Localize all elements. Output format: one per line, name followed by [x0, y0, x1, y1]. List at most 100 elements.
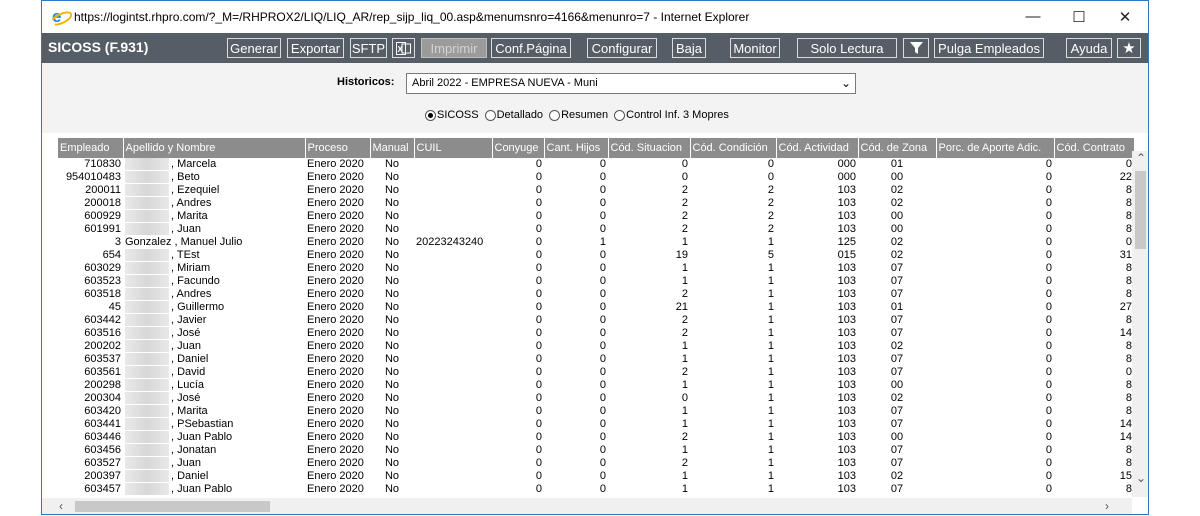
horizontal-scroll-thumb[interactable] — [75, 501, 270, 512]
table-cell: Enero 2020 — [307, 171, 364, 183]
scroll-right-icon[interactable]: › — [1105, 499, 1109, 513]
table-row[interactable]: 601991, Juan Enero 2020 No 0 0 2 2 103 00 0 8 — [58, 223, 1134, 236]
column-header[interactable]: Cód. de Zona — [858, 138, 937, 158]
column-header[interactable]: Cód. Situacion — [608, 138, 691, 158]
maximize-button[interactable]: ☐ — [1056, 1, 1102, 32]
redacted-surname — [125, 197, 169, 210]
table-row[interactable]: 200011, Ezequiel Enero 2020 No 0 0 2 2 103 02 0 8 — [58, 184, 1134, 197]
table-row[interactable]: 603441 , PSebastian Enero 2020 No 0 0 1 1 103 07 0… — [58, 418, 1134, 431]
table-row[interactable]: 603457 , Juan Pablo Enero 2020 No 0 0 1 1 103 07 0… — [58, 483, 1134, 496]
minimize-button[interactable]: — — [1010, 1, 1056, 32]
table-cell: 601991 — [84, 223, 121, 235]
title-bar: e https://logintst.rhpro.com/?_M=/RHPROX… — [42, 1, 1148, 32]
table-row[interactable]: 200298, Lucía Enero 2020 No 0 0 1 1 103 00 0 8 — [58, 379, 1134, 392]
table-cell: 27 — [1119, 301, 1132, 313]
table-row[interactable]: 603029 , Miriam Enero 2020 No 0 0 1 1 103 07 0 8 — [58, 262, 1134, 275]
table-row[interactable]: 603446, Juan Pablo Enero 2020 No 0 0 2 1 103 00 0… — [58, 431, 1134, 444]
column-header[interactable]: CUIL — [414, 138, 493, 158]
table-row[interactable]: 603523 , Facundo Enero 2020 No 0 0 1 1 103 07 0 8 — [58, 275, 1134, 288]
favorite-button[interactable]: ★ — [1117, 38, 1141, 58]
table-cell: 200298 — [84, 379, 121, 391]
table-cell: 22 — [1119, 171, 1132, 183]
table-cell: Enero 2020 — [307, 158, 364, 170]
table-cell: 8 — [1125, 262, 1132, 274]
table-cell: Enero 2020 — [307, 457, 364, 469]
filters-panel: Historicos: Abril 2022 - EMPRESA NUEVA -… — [42, 63, 1148, 133]
vertical-scroll-thumb[interactable] — [1135, 171, 1146, 249]
table-cell: , Facundo — [123, 275, 305, 288]
historicos-select[interactable]: Abril 2022 - EMPRESA NUEVA - Muni ⌄ — [406, 73, 856, 94]
column-header[interactable]: Cód. Condición — [690, 138, 777, 158]
scroll-left-icon[interactable]: ‹ — [59, 499, 63, 513]
table-cell: 0 — [1045, 379, 1052, 391]
table-cell: 8 — [1125, 405, 1132, 417]
table-row[interactable]: 603516 , José Enero 2020 No 0 0 2 1 103 07 0 14 — [58, 327, 1134, 340]
baja-button[interactable]: Baja — [672, 38, 706, 58]
table-row[interactable]: 954010483, Beto Enero 2020 No 0 0 0 0 000 00 0 22 — [58, 171, 1134, 184]
table-cell: 20223243240 — [416, 236, 484, 248]
column-header[interactable]: Apellido y Nombre — [123, 138, 306, 158]
monitor-button[interactable]: Monitor — [730, 38, 780, 58]
conf-pagina-button[interactable]: Conf.Página — [491, 38, 571, 58]
table-cell: 0 — [535, 470, 542, 482]
table-row[interactable]: 654 , TEst Enero 2020 No 0 0 19 5 015 02 0 31 — [58, 249, 1134, 262]
table-row[interactable]: 603518 , Andres Enero 2020 No 0 0 2 1 103 07 0 8 — [58, 288, 1134, 301]
table-cell: , Andres — [123, 197, 305, 210]
table-row[interactable]: 603420 , Marita Enero 2020 No 0 0 1 1 103 07 0 8 — [58, 405, 1134, 418]
table-row[interactable]: 603527 , Juan Enero 2020 No 0 0 2 1 103 07 0 8 — [58, 457, 1134, 470]
table-row[interactable]: 200018, Andres Enero 2020 No 0 0 2 2 103 02 0 8 — [58, 197, 1134, 210]
radio-resumen[interactable]: Resumen — [549, 109, 608, 121]
sftp-button[interactable]: SFTP — [350, 38, 387, 58]
table-row[interactable]: 603537 , Daniel Enero 2020 No 0 0 1 1 103 07 0 8 — [58, 353, 1134, 366]
table-cell: 200304 — [84, 392, 121, 404]
table-row[interactable]: 710830, Marcela Enero 2020 No 0 0 0 0 000 01 0 0 — [58, 158, 1134, 171]
table-cell: 0 — [535, 236, 542, 248]
column-header[interactable]: Empleado — [58, 138, 124, 158]
column-header[interactable]: Proceso — [305, 138, 371, 158]
table-cell: 0 — [1045, 327, 1052, 339]
close-button[interactable]: ✕ — [1102, 1, 1148, 32]
column-header[interactable]: Manual — [370, 138, 415, 158]
radio-detallado[interactable]: Detallado — [484, 109, 543, 121]
ayuda-button[interactable]: Ayuda — [1066, 38, 1112, 58]
table-row[interactable]: 603442 , Javier Enero 2020 No 0 0 2 1 103 07 0 8 — [58, 314, 1134, 327]
table-cell: 8 — [1125, 444, 1132, 456]
column-header[interactable]: Conyuge — [492, 138, 545, 158]
column-header[interactable]: Cód. Actividad — [776, 138, 859, 158]
table-cell: 1 — [681, 483, 688, 495]
table-cell: 07 — [890, 418, 904, 430]
excel-export-button[interactable]: X — [392, 38, 415, 58]
column-header[interactable]: Cód. Contrato — [1054, 138, 1135, 158]
table-cell: 200397 — [84, 470, 121, 482]
scroll-down-icon[interactable]: ⌄ — [1136, 471, 1146, 485]
table-cell: 0 — [535, 483, 542, 495]
table-cell: 0 — [599, 327, 606, 339]
filter-button[interactable] — [903, 38, 929, 58]
column-header[interactable]: Cant. Hijos — [544, 138, 609, 158]
generar-button[interactable]: Generar — [227, 38, 281, 58]
table-row[interactable]: 603456 , Jonatan Enero 2020 No 0 0 1 1 103 07 0 8 — [58, 444, 1134, 457]
scroll-up-icon[interactable]: ⌃ — [1136, 151, 1146, 165]
table-cell: 0 — [1045, 353, 1052, 365]
radio-control-inf[interactable]: Control Inf. 3 Mopres — [614, 109, 729, 121]
table-row[interactable]: 200397 , Daniel Enero 2020 No 0 0 1 1 103 02 0 15 — [58, 470, 1134, 483]
table-cell: No — [384, 431, 400, 443]
solo-lectura-button[interactable]: Solo Lectura — [797, 38, 897, 58]
column-header[interactable]: Porc. de Aporte Adic. — [936, 138, 1055, 158]
imprimir-button[interactable]: Imprimir — [421, 38, 487, 58]
table-row[interactable]: 200304 , José Enero 2020 No 0 0 0 1 103 02 0 8 — [58, 392, 1134, 405]
table-row[interactable]: 45 , Guillermo Enero 2020 No 0 0 21 1 103 01 0 27 — [58, 301, 1134, 314]
table-row[interactable]: 603561 , David Enero 2020 No 0 0 2 1 103 07 0 0 — [58, 366, 1134, 379]
table-row[interactable]: 200202 , Juan Enero 2020 No 0 0 1 1 103 02 0 8 — [58, 340, 1134, 353]
table-cell: 02 — [890, 249, 904, 261]
table-row[interactable]: 600929, Marita Enero 2020 No 0 0 2 2 103 00 0 8 — [58, 210, 1134, 223]
table-row[interactable]: 3 Gonzalez , Manuel Julio Enero 2020 No 2022… — [58, 236, 1134, 249]
radio-sicoss[interactable]: SICOSS — [425, 109, 479, 121]
exportar-button[interactable]: Exportar — [287, 38, 344, 58]
configurar-button[interactable]: Configurar — [587, 38, 657, 58]
employee-name: , TEst — [171, 249, 200, 261]
pulga-empleados-button[interactable]: Pulga Empleados — [934, 38, 1044, 58]
table-cell: No — [384, 457, 400, 469]
table-cell: 07 — [890, 457, 904, 469]
table-cell: Enero 2020 — [307, 418, 364, 430]
